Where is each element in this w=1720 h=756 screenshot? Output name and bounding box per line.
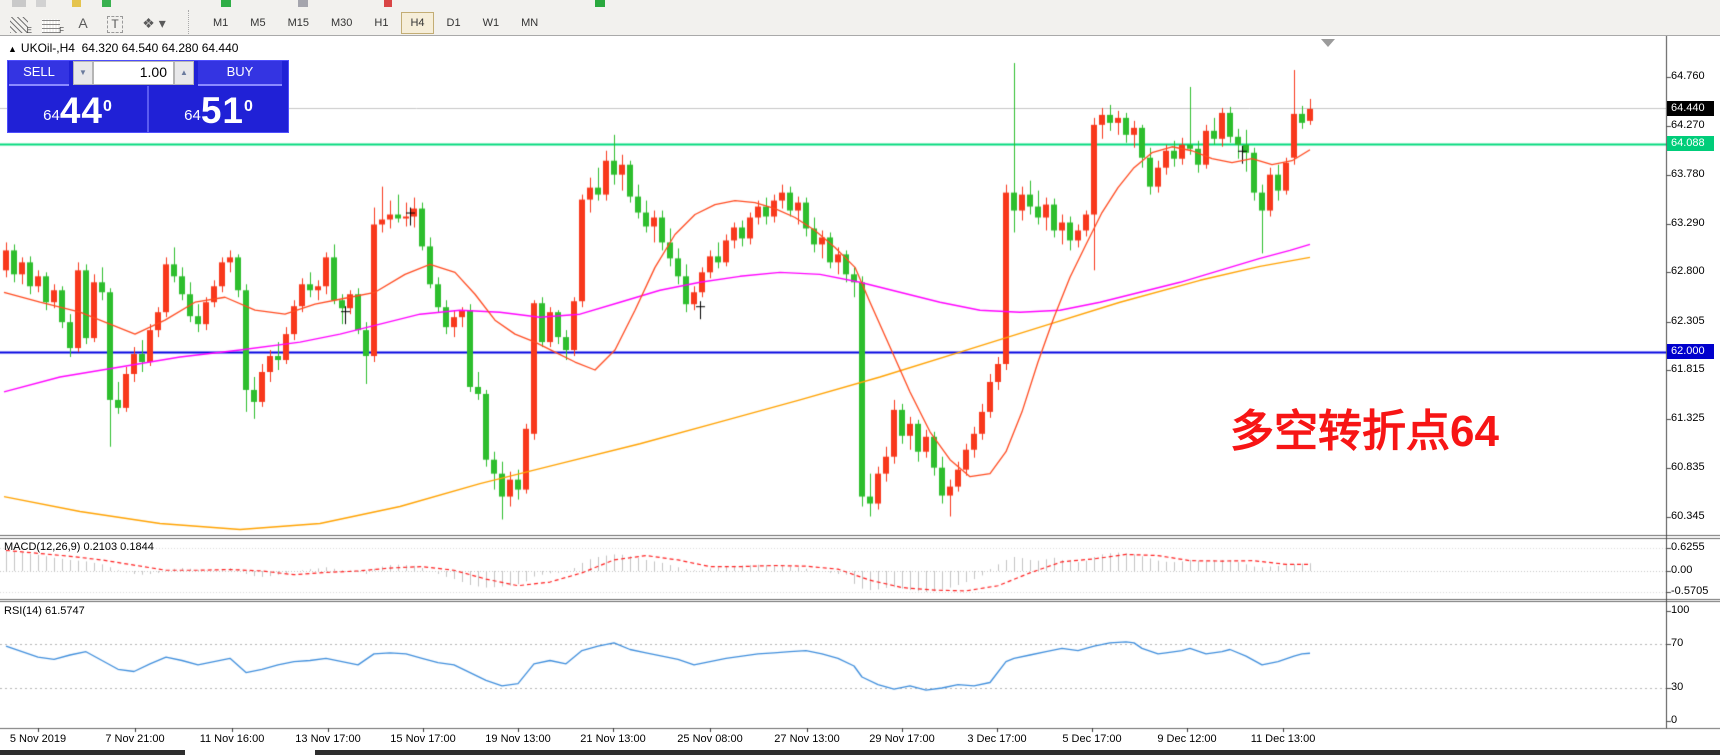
price-axis-label: 62.305 <box>1671 314 1705 327</box>
text-box-tool-icon[interactable]: T <box>102 11 128 33</box>
time-axis-label: 9 Dec 12:00 <box>1157 733 1217 745</box>
collapse-icon[interactable]: ▲ <box>8 44 17 54</box>
buy-price-display[interactable]: 64 51 0 <box>149 86 288 132</box>
sell-price-int: 64 <box>43 107 60 124</box>
sell-price-point: 0 <box>102 98 112 115</box>
text-label-tool-icon[interactable]: A <box>70 11 96 33</box>
fibonacci-tool-icon[interactable]: F <box>38 11 64 35</box>
timeframe-button-h4[interactable]: H4 <box>401 12 434 34</box>
time-axis-label: 5 Dec 17:00 <box>1062 733 1122 745</box>
toolbar-fragment <box>384 0 392 7</box>
time-axis-label: 11 Dec 13:00 <box>1250 733 1316 745</box>
timeframe-button-m5[interactable]: M5 <box>241 12 274 34</box>
rsi-axis-label: 70 <box>1671 637 1684 649</box>
timeframe-button-w1[interactable]: W1 <box>474 12 509 34</box>
sell-button[interactable]: SELL <box>9 61 69 86</box>
one-click-trading-panel: SELL ▼ 1.00 ▲ BUY 64 44 0 64 51 0 <box>7 60 289 133</box>
price-badge-green: 64.088 <box>1667 135 1714 151</box>
time-axis-label: 7 Nov 21:00 <box>105 733 165 745</box>
macd-label: MACD(12,26,9) 0.2103 0.1844 <box>4 541 154 553</box>
rsi-axis-label: 0 <box>1671 714 1678 726</box>
price-axis-label: 64.270 <box>1671 118 1705 131</box>
dots-glyph <box>42 19 60 33</box>
price-badge-black: 64.440 <box>1667 100 1714 116</box>
price-axis-label: 60.345 <box>1671 509 1705 522</box>
price-axis-label: 61.325 <box>1671 412 1705 425</box>
icon-sub-label: F <box>59 26 64 35</box>
toolbar-fragment <box>298 0 308 7</box>
symbol-name: UKOil-,H4 <box>20 41 75 55</box>
buy-price-int: 64 <box>184 107 201 124</box>
text-a-glyph: A <box>78 15 88 31</box>
buy-price-point: 0 <box>243 98 253 115</box>
time-axis-label: 13 Nov 17:00 <box>295 733 361 745</box>
timeframe-button-mn[interactable]: MN <box>512 12 547 34</box>
price-axis-label: 63.290 <box>1671 216 1705 229</box>
price-axis-label: 62.800 <box>1671 265 1705 278</box>
price-axis-label: 63.780 <box>1671 167 1705 180</box>
shapes-tool-icon[interactable]: ❖ ▾ <box>134 11 174 33</box>
volume-decrease-button[interactable]: ▼ <box>73 61 93 85</box>
toolbar-separator <box>188 10 196 34</box>
time-axis-label: 19 Nov 13:00 <box>485 733 551 745</box>
chart-window: ▲ UKOil-,H4 64.320 64.540 64.280 64.440 S… <box>0 36 1720 756</box>
toolbar-fragment <box>12 0 26 7</box>
price-axis-label: 61.815 <box>1671 363 1705 376</box>
sell-price-pips: 44 <box>59 90 103 131</box>
shapes-glyph: ❖ ▾ <box>142 15 166 31</box>
toolbar-fragment <box>102 0 111 7</box>
time-axis-label: 11 Nov 16:00 <box>199 733 265 745</box>
hatch-glyph <box>10 17 28 33</box>
time-axis-label: 15 Nov 17:00 <box>390 733 456 745</box>
time-axis-label: 27 Nov 13:00 <box>774 733 840 745</box>
toolbar-fragment <box>72 0 81 7</box>
price-badge-blue: 62.000 <box>1667 344 1714 360</box>
timeframe-button-m30[interactable]: M30 <box>322 12 361 34</box>
rsi-axis-label: 100 <box>1671 604 1690 616</box>
rsi-label: RSI(14) 61.5747 <box>4 605 85 617</box>
timeframe-button-d1[interactable]: D1 <box>438 12 470 34</box>
time-axis-label: 25 Nov 08:00 <box>677 733 743 745</box>
macd-axis-label: -0.5705 <box>1671 584 1709 597</box>
buy-price-pips: 51 <box>200 90 244 131</box>
toolbar-fragment <box>221 0 231 7</box>
symbol-ohlc: 64.320 64.540 64.280 64.440 <box>81 41 239 55</box>
icon-sub-label: E <box>26 26 32 35</box>
chart-autoscroll-icon[interactable] <box>1321 39 1335 47</box>
volume-increase-button[interactable]: ▲ <box>174 61 194 85</box>
macd-axis-label: 0.00 <box>1671 564 1693 576</box>
volume-field[interactable]: 1.00 <box>93 61 174 85</box>
bottom-scrollbar-segment <box>0 750 185 755</box>
timeframe-button-m1[interactable]: M1 <box>204 12 237 34</box>
toolbar-fragment <box>36 0 46 7</box>
price-axis-label: 64.760 <box>1671 70 1705 82</box>
time-axis-label: 29 Nov 17:00 <box>869 733 935 745</box>
time-axis-label: 21 Nov 13:00 <box>580 733 646 745</box>
timeframe-button-h1[interactable]: H1 <box>365 12 397 34</box>
rsi-axis-label: 30 <box>1671 681 1684 693</box>
channels-tool-icon[interactable]: E <box>6 11 32 35</box>
macd-axis-label: 0.6255 <box>1671 540 1705 553</box>
symbol-title: ▲ UKOil-,H4 64.320 64.540 64.280 64.440 <box>8 41 238 55</box>
toolbar-fragment <box>595 0 605 7</box>
text-t-glyph: T <box>107 16 123 33</box>
time-axis-label: 5 Nov 2019 <box>9 733 67 745</box>
chart-annotation-text: 多空转折点64 <box>1230 407 1499 456</box>
toolbar: E F A T ❖ ▾ M1 M5 M15 M30 H1 H4 D1 W1 MN <box>0 0 1720 36</box>
price-axis-label: 60.835 <box>1671 461 1705 474</box>
timeframe-button-m15[interactable]: M15 <box>279 12 318 34</box>
bottom-scrollbar-segment <box>315 750 1720 755</box>
time-axis-label: 3 Dec 17:00 <box>967 733 1027 745</box>
buy-button[interactable]: BUY <box>198 61 282 86</box>
sell-price-display[interactable]: 64 44 0 <box>8 86 147 132</box>
